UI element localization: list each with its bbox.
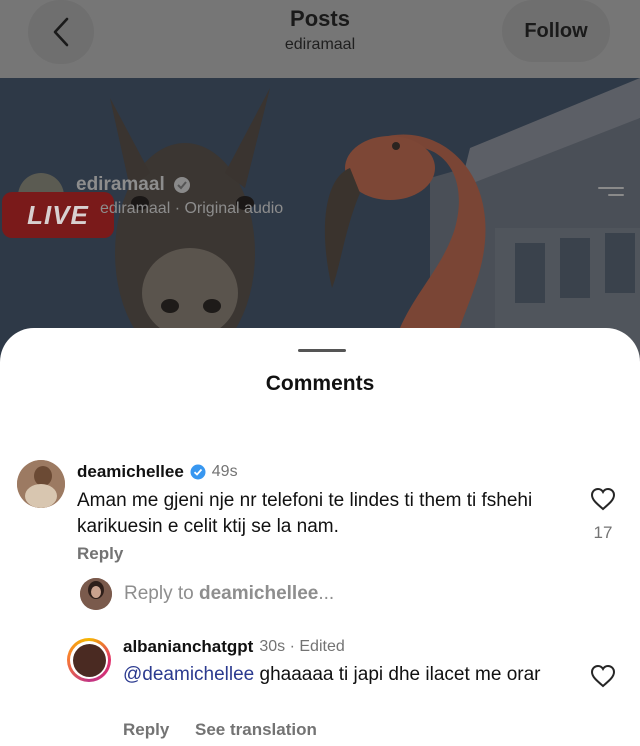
reply-text: @deamichellee ghaaaaa ti japi dhe ilacet… bbox=[123, 664, 541, 685]
live-badge: LIVE bbox=[2, 192, 114, 238]
reply-button[interactable]: Reply bbox=[77, 544, 123, 564]
top-header: Posts ediramaal Follow bbox=[0, 0, 640, 78]
replier-username[interactable]: albanianchatgpt bbox=[123, 637, 253, 657]
verified-icon bbox=[173, 177, 190, 193]
comment-header: deamichellee 49s bbox=[77, 462, 238, 482]
post-author-username[interactable]: ediramaal bbox=[76, 174, 191, 196]
comments-sheet: Comments deamichellee 49s Aman me gjeni … bbox=[0, 328, 640, 746]
heart-icon[interactable] bbox=[590, 487, 616, 511]
post-media: LIVE ediramaal ediramaal · Original audi… bbox=[0, 78, 640, 368]
menu-icon[interactable] bbox=[598, 187, 624, 203]
reply-placeholder: Reply to deamichellee... bbox=[124, 583, 335, 604]
post-audio-label[interactable]: ediramaal · Original audio bbox=[100, 200, 283, 218]
reply-meta: 30s · Edited bbox=[259, 638, 345, 655]
sheet-title: Comments bbox=[265, 372, 375, 395]
heart-icon[interactable] bbox=[590, 664, 616, 688]
sheet-grabber[interactable] bbox=[298, 349, 346, 352]
comment-time: 49s bbox=[211, 463, 238, 480]
avatar-photo bbox=[80, 578, 112, 610]
commenter-avatar[interactable] bbox=[17, 460, 65, 508]
reply-composer[interactable]: Reply to deamichellee... bbox=[80, 578, 334, 610]
post-author-name: ediramaal bbox=[76, 174, 165, 195]
see-translation-button[interactable]: See translation bbox=[195, 720, 317, 740]
current-user-avatar bbox=[80, 578, 112, 610]
avatar-photo bbox=[17, 460, 65, 508]
commenter-username[interactable]: deamichellee bbox=[77, 462, 184, 482]
like-count: 17 bbox=[593, 523, 613, 542]
comment-text: Aman me gjeni nje nr telefoni te lindes … bbox=[77, 490, 533, 537]
replier-avatar[interactable] bbox=[67, 638, 111, 682]
follow-button[interactable]: Follow bbox=[502, 0, 610, 62]
reply-button[interactable]: Reply bbox=[123, 720, 169, 740]
reply-header: albanianchatgpt 30s · Edited bbox=[123, 637, 345, 657]
mention-link[interactable]: @deamichellee bbox=[123, 664, 254, 685]
verified-icon bbox=[190, 464, 206, 480]
